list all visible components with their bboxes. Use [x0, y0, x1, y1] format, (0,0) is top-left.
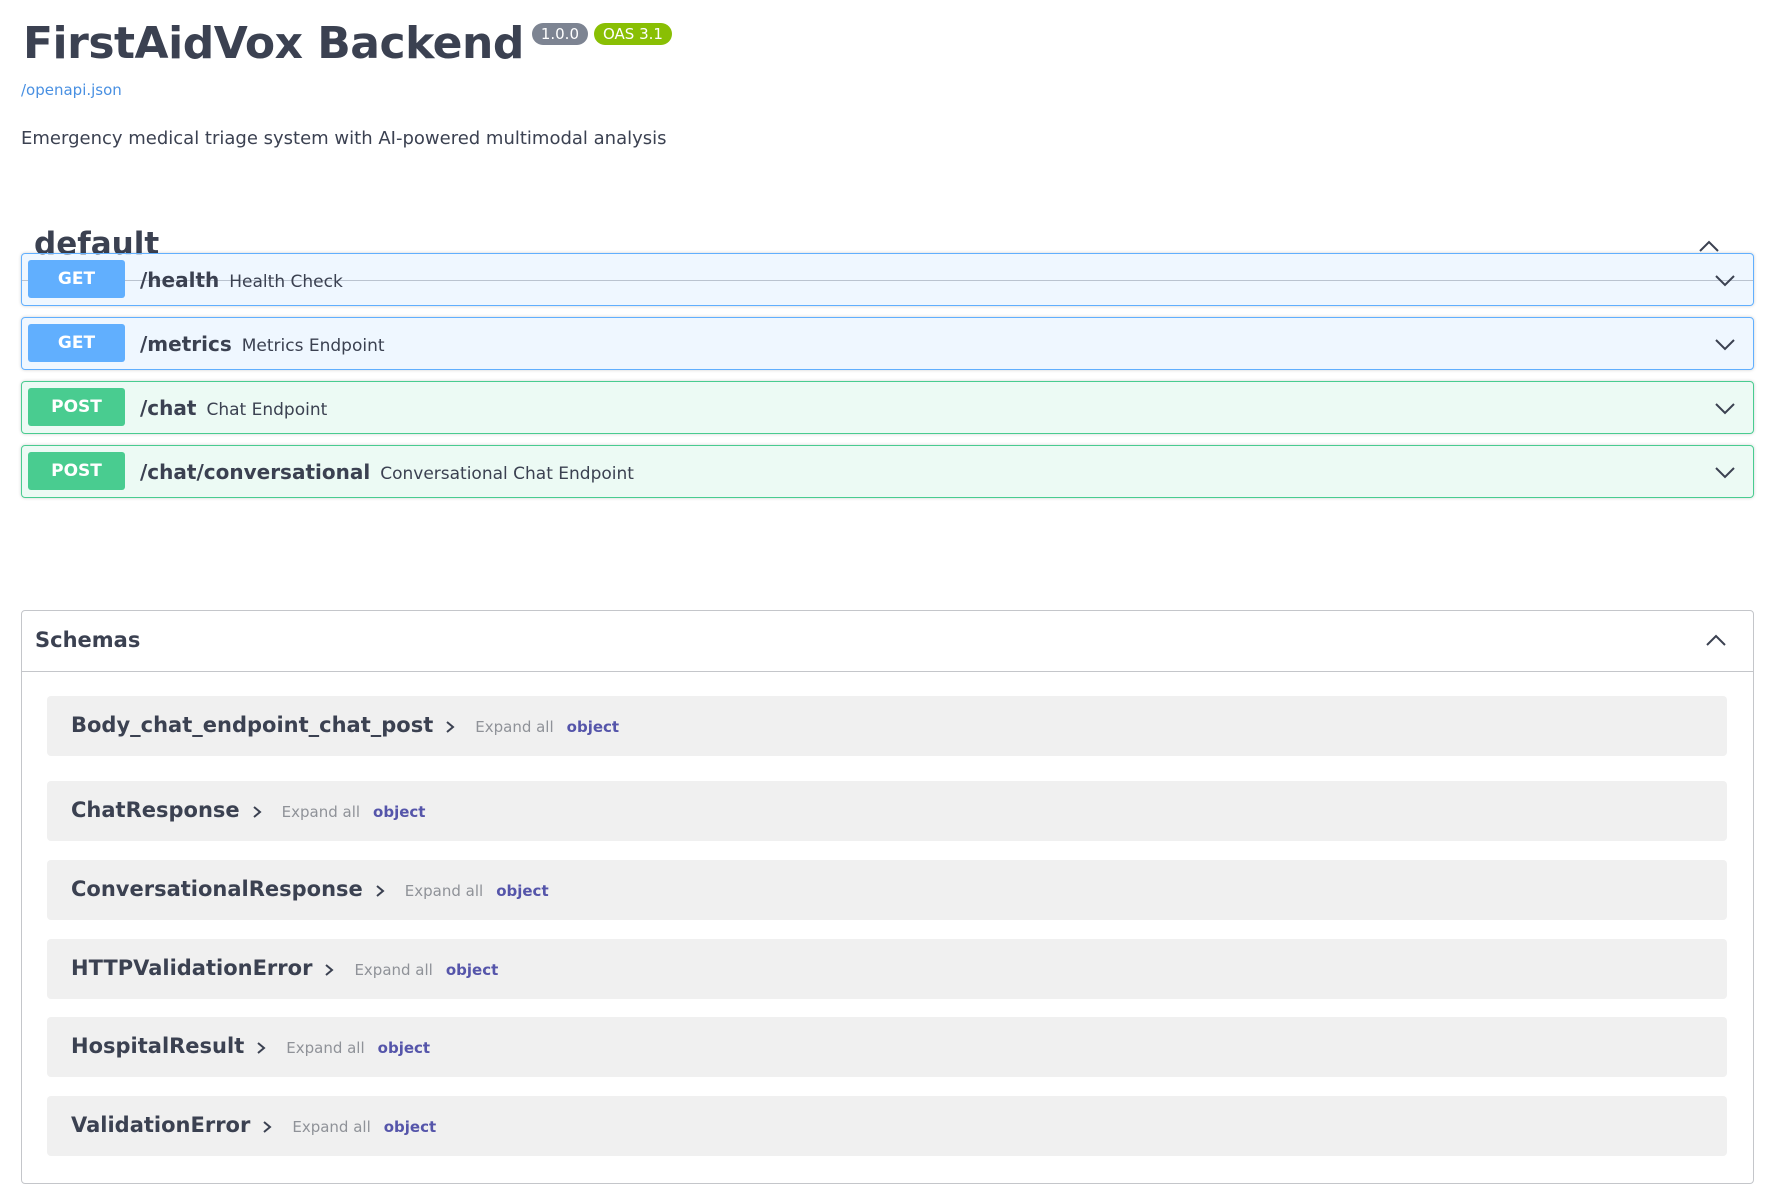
operation-path: /health Health Check — [140, 268, 343, 292]
model-row: ValidationError Expand all object — [71, 1113, 436, 1137]
chevron-down-icon[interactable] — [1711, 330, 1739, 358]
schema-model[interactable]: HospitalResult Expand all object — [47, 1017, 1727, 1077]
model-name[interactable]: HTTPValidationError — [71, 956, 312, 980]
schemas-title: Schemas — [35, 628, 141, 652]
api-title-row: FirstAidVox Backend 1.0.0 OAS 3.1 — [23, 14, 672, 74]
chevron-down-icon[interactable] — [1711, 394, 1739, 422]
version-badges: 1.0.0 OAS 3.1 — [531, 23, 672, 45]
path-text: /chat/conversational — [140, 460, 371, 484]
schema-model[interactable]: ChatResponse Expand all object — [47, 781, 1727, 841]
operation-summary: Conversational Chat Endpoint — [380, 464, 634, 484]
chevron-right-icon[interactable] — [322, 963, 336, 977]
model-row: HospitalResult Expand all object — [71, 1034, 430, 1058]
model-row: ConversationalResponse Expand all object — [71, 877, 549, 901]
model-type: object — [377, 1039, 431, 1057]
chevron-up-icon[interactable] — [1701, 626, 1731, 656]
schema-model[interactable]: HTTPValidationError Expand all object — [47, 939, 1727, 999]
chevron-right-icon[interactable] — [260, 1120, 274, 1134]
method-badge: GET — [28, 324, 125, 362]
openapi-json-link[interactable]: /openapi.json — [21, 81, 122, 99]
operation-post-chat-conversational[interactable]: POST /chat/conversational Conversational … — [21, 445, 1754, 498]
chevron-right-icon[interactable] — [373, 884, 387, 898]
model-type: object — [383, 1118, 437, 1136]
model-name[interactable]: Body_chat_endpoint_chat_post — [71, 713, 433, 737]
operation-summary: Chat Endpoint — [206, 400, 328, 420]
schemas-header[interactable]: Schemas — [22, 611, 1753, 672]
model-name[interactable]: ChatResponse — [71, 798, 240, 822]
chevron-down-icon[interactable] — [1711, 458, 1739, 486]
method-badge: POST — [28, 388, 125, 426]
expand-all-link[interactable]: Expand all — [354, 961, 432, 979]
model-type: object — [373, 803, 426, 821]
chevron-right-icon[interactable] — [250, 805, 264, 819]
oas-badge: OAS 3.1 — [594, 23, 672, 45]
operation-get-health[interactable]: GET /health Health Check — [21, 253, 1754, 306]
path-text: /metrics — [140, 332, 232, 356]
path-text: /chat — [140, 396, 197, 420]
model-name[interactable]: ConversationalResponse — [71, 877, 363, 901]
operation-path: /chat/conversational Conversational Chat … — [140, 460, 634, 484]
api-title: FirstAidVox Backend — [23, 18, 524, 69]
schema-model[interactable]: Body_chat_endpoint_chat_post Expand all … — [47, 696, 1727, 756]
expand-all-link[interactable]: Expand all — [475, 718, 553, 736]
model-name[interactable]: HospitalResult — [71, 1034, 244, 1058]
schema-model[interactable]: ConversationalResponse Expand all object — [47, 860, 1727, 920]
version-badge: 1.0.0 — [531, 23, 588, 45]
model-type: object — [445, 961, 499, 979]
schemas-section: Schemas Body_chat_endpoint_chat_post Exp… — [21, 610, 1754, 1184]
expand-all-link[interactable]: Expand all — [292, 1118, 370, 1136]
method-badge: POST — [28, 452, 125, 490]
operation-summary: Metrics Endpoint — [241, 336, 385, 356]
chevron-down-icon[interactable] — [1711, 266, 1739, 294]
expand-all-link[interactable]: Expand all — [405, 882, 483, 900]
operation-post-chat[interactable]: POST /chat Chat Endpoint — [21, 381, 1754, 434]
api-description: Emergency medical triage system with AI-… — [21, 128, 667, 149]
model-row: Body_chat_endpoint_chat_post Expand all … — [71, 713, 619, 737]
operation-get-metrics[interactable]: GET /metrics Metrics Endpoint — [21, 317, 1754, 370]
expand-all-link[interactable]: Expand all — [286, 1039, 364, 1057]
model-type: object — [496, 882, 549, 900]
operation-path: /metrics Metrics Endpoint — [140, 332, 385, 356]
chevron-right-icon[interactable] — [443, 720, 457, 734]
expand-all-link[interactable]: Expand all — [282, 803, 360, 821]
operation-summary: Health Check — [229, 272, 343, 292]
method-badge: GET — [28, 260, 125, 298]
operation-path: /chat Chat Endpoint — [140, 396, 327, 420]
chevron-right-icon[interactable] — [254, 1041, 268, 1055]
model-name[interactable]: ValidationError — [71, 1113, 250, 1137]
model-row: ChatResponse Expand all object — [71, 798, 425, 822]
model-row: HTTPValidationError Expand all object — [71, 956, 498, 980]
model-type: object — [566, 718, 620, 736]
schema-model[interactable]: ValidationError Expand all object — [47, 1096, 1727, 1156]
path-text: /health — [140, 268, 220, 292]
